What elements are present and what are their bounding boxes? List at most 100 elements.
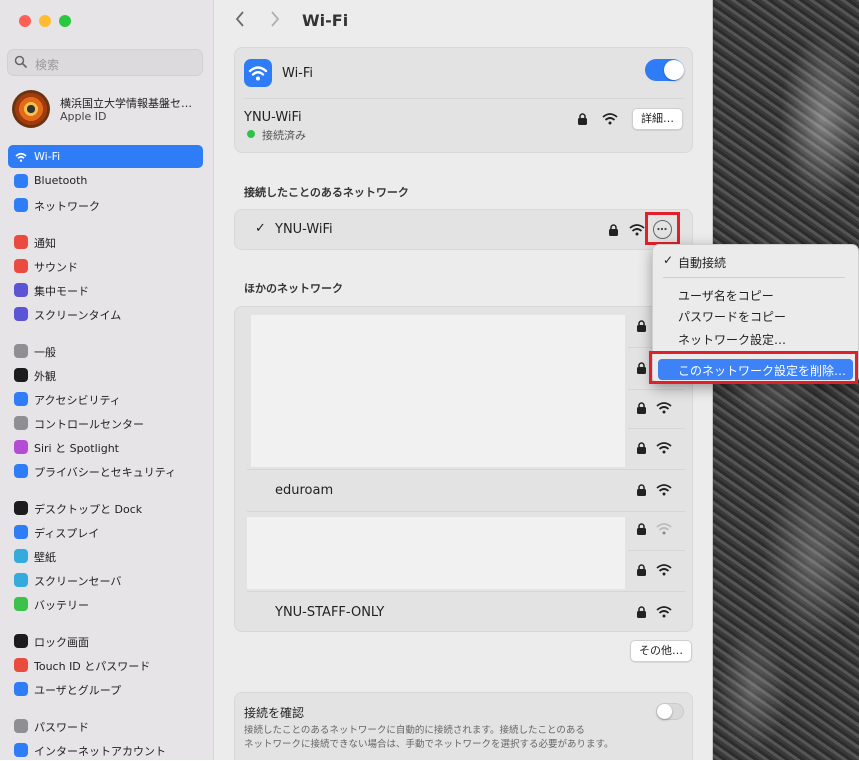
divider <box>628 428 685 429</box>
sidebar-item-key[interactable]: パスワード <box>8 714 203 737</box>
connected-dot <box>247 130 255 138</box>
lock-icon <box>637 484 646 496</box>
battery-icon <box>14 597 28 611</box>
sidebar-item-accessibility[interactable]: アクセシビリティ <box>8 387 203 410</box>
wifi-signal-icon <box>656 442 672 454</box>
sidebar-item-control-center[interactable]: コントロールセンター <box>8 411 203 434</box>
highlight-box <box>645 212 680 245</box>
sidebar-item-label: ユーザとグループ <box>34 684 122 697</box>
sidebar-item-display[interactable]: ディスプレイ <box>8 520 203 543</box>
siri-icon <box>14 440 28 454</box>
sidebar-item-wallpaper[interactable]: 壁紙 <box>8 544 203 567</box>
lock-icon <box>578 113 587 125</box>
hand-icon <box>14 464 28 478</box>
sidebar-item-label: プライバシーとセキュリティ <box>34 466 177 479</box>
divider <box>628 550 685 551</box>
sidebar-item-bell[interactable]: 通知 <box>8 230 203 253</box>
other-button[interactable]: その他… <box>630 640 692 662</box>
sidebar-item-appearance[interactable]: 外観 <box>8 363 203 386</box>
sidebar-item-screensaver[interactable]: スクリーンセーバ <box>8 568 203 591</box>
users-icon <box>14 682 28 696</box>
display-icon <box>14 525 28 539</box>
menu-item-network-settings[interactable]: ネットワーク設定… <box>678 331 786 348</box>
sidebar-item-hourglass[interactable]: スクリーンタイム <box>8 302 203 325</box>
sidebar-item-label: スクリーンタイム <box>34 309 122 322</box>
sidebar-item-battery[interactable]: バッテリー <box>8 592 203 615</box>
sidebar-item-wifi[interactable]: Wi-Fi <box>8 145 203 168</box>
connection-status: 接続済み <box>262 129 306 142</box>
fingerprint-icon <box>14 658 28 672</box>
details-button[interactable]: 詳細… <box>632 108 683 130</box>
zoom-button[interactable] <box>59 15 71 27</box>
sidebar-item-siri[interactable]: Siri と Spotlight <box>8 435 203 458</box>
network-name[interactable]: YNU-STAFF-ONLY <box>275 605 384 620</box>
sidebar-item-fingerprint[interactable]: Touch ID とパスワード <box>8 653 203 676</box>
lock-icon <box>637 402 646 414</box>
checkmark-icon: ✓ <box>255 221 266 236</box>
minimize-button[interactable] <box>39 15 51 27</box>
menu-item-copy-password[interactable]: パスワードをコピー <box>678 308 786 325</box>
menu-item-auto-join[interactable]: 自動接続 <box>678 254 726 271</box>
wifi-icon <box>248 66 268 81</box>
sidebar: 検索 横浜国立大学情報基盤セン… Apple ID Wi-Fi Bluetooth… <box>0 0 214 760</box>
sidebar-item-users[interactable]: ユーザとグループ <box>8 677 203 700</box>
sidebar-item-gear[interactable]: 一般 <box>8 339 203 362</box>
wifi-toggle[interactable] <box>645 59 684 81</box>
sidebar-item-dock[interactable]: デスクトップと Dock <box>8 496 203 519</box>
search-placeholder: 検索 <box>35 58 60 72</box>
sidebar-item-lock-screen[interactable]: ロック画面 <box>8 629 203 652</box>
sidebar-item-label: 外観 <box>34 370 56 383</box>
wifi-signal-icon <box>656 484 672 496</box>
back-button[interactable] <box>234 10 254 32</box>
search-input[interactable]: 検索 <box>7 49 203 76</box>
redacted-area <box>251 315 625 467</box>
wifi-signal-icon <box>656 606 672 618</box>
close-button[interactable] <box>19 15 31 27</box>
known-network-name: YNU-WiFi <box>275 222 333 237</box>
wifi-label: Wi-Fi <box>282 66 314 81</box>
forward-button[interactable] <box>269 10 289 32</box>
bluetooth-icon <box>14 174 28 188</box>
sidebar-item-label: ロック画面 <box>34 636 89 649</box>
system-settings-window: 検索 横浜国立大学情報基盤セン… Apple ID Wi-Fi Bluetooth… <box>0 0 713 760</box>
hourglass-icon <box>14 307 28 321</box>
lock-icon <box>637 606 646 618</box>
menu-item-copy-username[interactable]: ユーザ名をコピー <box>678 287 774 304</box>
ask-to-join-description: ネットワークに接続できない場合は、手動でネットワークを選択する必要があります。 <box>244 739 614 750</box>
lock-icon <box>637 523 646 535</box>
wallpaper-icon <box>14 549 28 563</box>
wifi-signal-icon <box>656 402 672 414</box>
lock-icon <box>609 224 618 236</box>
at-icon <box>14 743 28 757</box>
network-name[interactable]: eduroam <box>275 483 333 498</box>
divider <box>628 389 685 390</box>
checkmark-icon: ✓ <box>663 253 674 267</box>
chevron-right-icon <box>271 11 280 27</box>
sidebar-item-label: ネットワーク <box>34 200 100 213</box>
sidebar-item-moon[interactable]: 集中モード <box>8 278 203 301</box>
apple-id-account[interactable]: 横浜国立大学情報基盤セン… Apple ID <box>12 90 207 128</box>
sidebar-item-label: アクセシビリティ <box>34 394 121 407</box>
sidebar-item-speaker[interactable]: サウンド <box>8 254 203 277</box>
dock-icon <box>14 501 28 515</box>
sidebar-item-hand[interactable]: プライバシーとセキュリティ <box>8 459 203 482</box>
sidebar-item-at[interactable]: インターネットアカウント <box>8 738 203 761</box>
wifi-icon <box>14 150 28 164</box>
sidebar-item-globe[interactable]: ネットワーク <box>8 193 203 216</box>
wifi-signal-icon <box>656 564 672 576</box>
globe-icon <box>14 198 28 212</box>
menu-separator <box>663 277 845 278</box>
wifi-app-icon <box>244 59 272 87</box>
wifi-signal-icon <box>602 113 618 125</box>
divider <box>247 469 685 470</box>
wifi-card: Wi-Fi YNU-WiFi 接続済み 詳細… <box>234 47 693 153</box>
divider <box>244 98 684 99</box>
screensaver-icon <box>14 573 28 587</box>
sidebar-item-bluetooth[interactable]: Bluetooth <box>8 169 203 192</box>
ask-to-join-toggle[interactable] <box>656 703 684 720</box>
wifi-signal-icon <box>656 523 672 535</box>
sidebar-item-label: 壁紙 <box>34 551 56 564</box>
lock-icon <box>637 442 646 454</box>
current-network-name: YNU-WiFi <box>244 110 302 125</box>
ask-to-join-title: 接続を確認 <box>244 706 305 720</box>
